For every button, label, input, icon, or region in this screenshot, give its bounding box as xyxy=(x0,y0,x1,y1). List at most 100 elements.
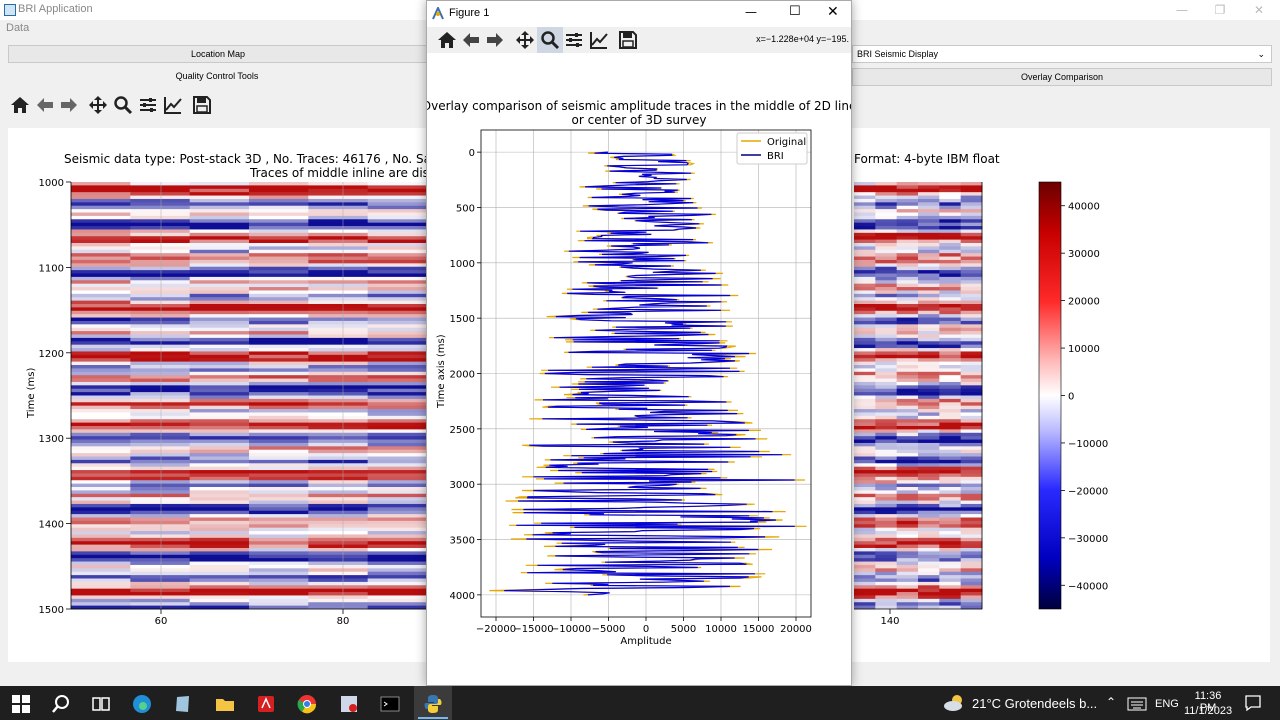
terminal-icon[interactable] xyxy=(379,694,401,714)
acrobat-icon[interactable] xyxy=(255,694,277,714)
windows-start-icon[interactable] xyxy=(10,694,32,714)
minimize-button[interactable]: — xyxy=(1163,0,1201,20)
seismic-cell xyxy=(939,317,962,322)
pan-icon[interactable] xyxy=(88,95,108,115)
figure-close-button[interactable]: ✕ xyxy=(827,4,839,20)
seismic-cell xyxy=(249,192,309,196)
save-icon[interactable] xyxy=(192,95,212,115)
display-select[interactable]: BRI Seismic Display ⌄ xyxy=(852,45,1272,63)
close-button[interactable]: ✕ xyxy=(1240,0,1278,20)
seismic-cell xyxy=(854,327,876,332)
home-icon[interactable] xyxy=(10,95,30,115)
seismic-cell xyxy=(71,239,131,244)
seismic-cell xyxy=(189,541,250,546)
edge-icon[interactable] xyxy=(131,694,153,714)
configure-icon[interactable] xyxy=(564,30,584,50)
seismic-cell xyxy=(367,182,428,186)
search-icon[interactable] xyxy=(50,694,72,714)
seismic-cell xyxy=(854,548,876,552)
menu-data[interactable]: Data xyxy=(6,22,29,34)
seismic-cell xyxy=(960,304,983,308)
seismic-cell xyxy=(854,351,876,356)
seismic-cell xyxy=(939,385,962,390)
seismic-cell xyxy=(939,554,962,559)
seismic-cell xyxy=(854,442,876,447)
edit-curve-icon[interactable] xyxy=(589,30,609,50)
zoom-icon[interactable] xyxy=(113,95,133,115)
main-y-axis: 100011001200130014001500 xyxy=(39,178,72,616)
language-indicator[interactable]: ENG xyxy=(1155,698,1179,710)
seismic-cell xyxy=(308,520,369,525)
weather-text[interactable]: 21°C Grotendeels b... xyxy=(972,696,1097,711)
seismic-cell xyxy=(854,300,876,305)
seismic-cell xyxy=(71,249,131,254)
save-icon[interactable] xyxy=(618,30,638,50)
seismic-cell xyxy=(896,381,919,386)
seismic-cell xyxy=(367,568,428,573)
seismic-cell xyxy=(71,419,131,424)
weather-icon[interactable] xyxy=(943,693,967,713)
seismic-cell xyxy=(249,422,309,427)
figure-minimize-button[interactable]: — xyxy=(745,5,757,19)
seismic-cell xyxy=(896,537,919,542)
seismic-cell xyxy=(71,493,131,498)
seismic-cell xyxy=(939,520,962,525)
seismic-cell xyxy=(960,436,983,440)
seismic-cell xyxy=(875,381,898,386)
seismic-cell xyxy=(367,493,428,498)
seismic-cell xyxy=(71,449,131,454)
seismic-cell xyxy=(367,517,428,522)
seismic-cell xyxy=(71,483,131,488)
seismic-cell xyxy=(918,337,940,342)
edit-curve-icon[interactable] xyxy=(163,95,183,115)
seismic-cell xyxy=(130,398,191,403)
seismic-cell xyxy=(308,280,369,285)
seismic-cell xyxy=(367,388,428,393)
clock-date[interactable]: 11/1/2023 xyxy=(1184,705,1232,717)
file-explorer-icon[interactable] xyxy=(214,694,236,714)
location-map-button[interactable]: Location Map xyxy=(8,45,428,63)
seismic-cell xyxy=(896,236,919,241)
app2-icon[interactable] xyxy=(338,694,360,714)
back-icon[interactable] xyxy=(461,30,481,50)
chrome-icon[interactable] xyxy=(296,694,318,714)
python-icon[interactable] xyxy=(422,694,444,714)
pan-icon[interactable] xyxy=(515,30,535,50)
notification-icon[interactable] xyxy=(1244,694,1262,712)
seismic-cell xyxy=(896,266,919,271)
seismic-cell xyxy=(249,561,309,566)
seismic-cell xyxy=(875,507,898,512)
app-icon[interactable] xyxy=(172,694,194,714)
zoom-icon[interactable] xyxy=(540,30,560,50)
chevron-up-icon[interactable]: ⌃ xyxy=(1106,695,1116,709)
forward-icon[interactable] xyxy=(485,30,505,50)
seismic-cell xyxy=(189,517,250,522)
seismic-cell xyxy=(939,405,962,410)
seismic-cell xyxy=(960,551,983,556)
seismic-cell xyxy=(854,405,876,410)
seismic-cell xyxy=(189,436,250,440)
seismic-cell xyxy=(308,503,369,508)
seismic-cell xyxy=(960,585,983,590)
keyboard-icon[interactable] xyxy=(1127,697,1147,711)
seismic-cell xyxy=(249,537,309,542)
seismic-cell xyxy=(896,487,919,491)
seismic-cell xyxy=(308,317,369,322)
seismic-cell xyxy=(960,259,983,264)
seismic-cell xyxy=(939,232,962,237)
overlay-comparison-button[interactable]: Overlay Comparison xyxy=(852,68,1272,86)
seismic-cell xyxy=(308,388,369,393)
seismic-cell xyxy=(249,405,309,410)
seismic-cell xyxy=(896,422,919,427)
maximize-button[interactable]: ❐ xyxy=(1201,0,1239,20)
back-icon[interactable] xyxy=(35,95,55,115)
seismic-cell xyxy=(960,470,983,474)
figure-maximize-button[interactable]: ☐ xyxy=(789,4,801,19)
seismic-cell xyxy=(918,310,940,315)
seismic-cell xyxy=(71,531,131,535)
forward-icon[interactable] xyxy=(59,95,79,115)
configure-icon[interactable] xyxy=(138,95,158,115)
task-view-icon[interactable] xyxy=(90,694,112,714)
home-icon[interactable] xyxy=(437,30,457,50)
seismic-cell xyxy=(854,541,876,546)
